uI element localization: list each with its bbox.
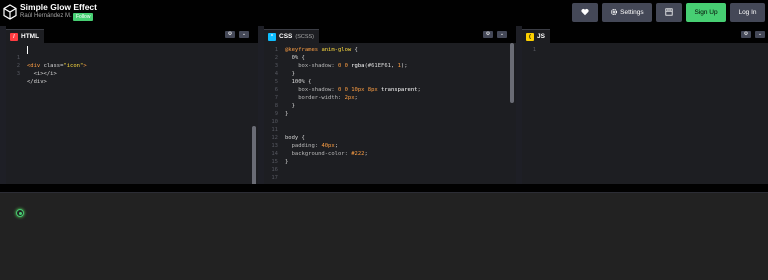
editors-area: / HTML ⚙ ⌄ 1 <div class="icon"> 2 <i></i… bbox=[0, 26, 768, 194]
settings-label: Settings bbox=[620, 9, 644, 16]
html-code[interactable]: 1 <div class="icon"> 2 <i></i> 3 </div> bbox=[6, 43, 258, 184]
css-preprocessor-label: (SCSS) bbox=[295, 33, 315, 40]
code-line: 3 </div> bbox=[16, 71, 47, 85]
author-name[interactable]: Raúl Hernández M. bbox=[20, 13, 72, 19]
header: Simple Glow Effect Raúl Hernández M. Fol… bbox=[0, 0, 768, 26]
css-scrollbar[interactable] bbox=[510, 43, 514, 103]
css-editor-label: CSS bbox=[279, 33, 293, 40]
glow-circle-icon bbox=[16, 209, 24, 217]
editor-collapse-button[interactable]: ⌄ bbox=[497, 31, 507, 38]
html-editor-label: HTML bbox=[21, 33, 40, 40]
js-icon: ( bbox=[526, 32, 534, 41]
heart-icon bbox=[581, 9, 589, 16]
code-line: 2 <i></i> bbox=[16, 63, 57, 77]
settings-button[interactable]: Settings bbox=[602, 3, 652, 22]
code-line: 1 <div class="icon"> bbox=[16, 55, 87, 69]
js-editor-label: JS bbox=[537, 33, 545, 40]
follow-button[interactable]: Follow bbox=[73, 12, 94, 21]
change-view-button[interactable] bbox=[656, 3, 682, 22]
js-editor-tab: ( JS bbox=[522, 29, 550, 43]
html-editor: / HTML ⚙ ⌄ 1 <div class="icon"> 2 <i></i… bbox=[0, 26, 258, 194]
heart-button[interactable] bbox=[572, 3, 598, 22]
log-in-button[interactable]: Log In bbox=[730, 3, 765, 22]
gear-icon bbox=[611, 9, 618, 16]
pen-title: Simple Glow Effect bbox=[20, 2, 97, 12]
html-editor-tab: / HTML bbox=[6, 29, 45, 43]
result-preview bbox=[0, 193, 768, 280]
css-code[interactable]: 1 @keyframes anim-glow { 2 0% { 3 box-sha… bbox=[264, 43, 516, 184]
editor-resize-bar[interactable] bbox=[0, 184, 768, 193]
text-cursor bbox=[27, 46, 28, 54]
editor-settings-button[interactable]: ⚙ bbox=[483, 31, 493, 38]
css-icon: * bbox=[268, 32, 276, 41]
js-editor: ( JS ⚙ ⌄ 1 bbox=[516, 26, 768, 184]
css-editor: * CSS (SCSS) ⚙ ⌄ 1 @keyframes anim-glow {… bbox=[258, 26, 516, 184]
editor-collapse-button[interactable]: ⌄ bbox=[755, 31, 765, 38]
css-editor-tab: * CSS (SCSS) bbox=[264, 29, 320, 43]
html-icon: / bbox=[10, 32, 18, 41]
layout-icon bbox=[665, 8, 673, 16]
codepen-cube-icon[interactable] bbox=[3, 4, 17, 20]
editor-collapse-button[interactable]: ⌄ bbox=[239, 31, 249, 38]
sign-up-button[interactable]: Sign Up bbox=[686, 3, 726, 22]
js-code[interactable]: 1 bbox=[522, 43, 768, 184]
editor-settings-button[interactable]: ⚙ bbox=[741, 31, 751, 38]
editor-settings-button[interactable]: ⚙ bbox=[225, 31, 235, 38]
